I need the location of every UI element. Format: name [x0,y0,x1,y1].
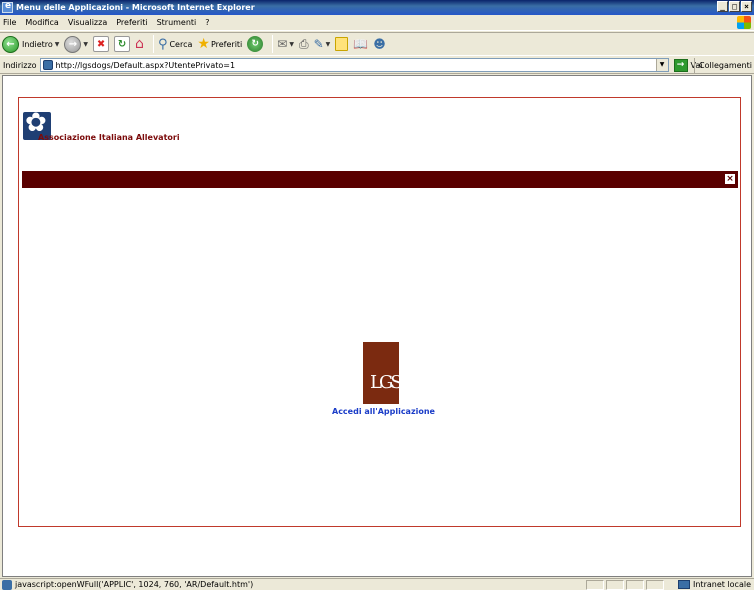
menu-preferiti[interactable]: Preferiti [116,18,147,27]
status-pane [626,580,644,590]
ie-icon [2,1,13,13]
status-pane [586,580,604,590]
page-icon [42,60,53,70]
lgs-logo-text: LGS [370,372,403,393]
address-bar: Indirizzo ▼ → Vai Collegamenti [0,57,754,74]
address-label: Indirizzo [3,60,37,70]
search-icon: ⚲ [157,36,168,52]
security-zone: Intranet locale [678,580,751,589]
go-arrow-icon: → [673,58,688,72]
intranet-icon [678,580,690,589]
home-button[interactable]: ⌂ [135,36,144,52]
mail-icon: ✉ [277,37,288,51]
menu-bar: File Modifica Visualizza Preferiti Strum… [0,15,754,31]
back-arrow-icon: ← [2,35,19,53]
page-frame: Associazione Italiana Allevatori × LGS A… [18,97,741,527]
forward-dropdown-icon[interactable]: ▼ [83,41,88,48]
status-text: javascript:openWFull('APPLIC', 1024, 760… [15,580,254,589]
mail-dropdown-icon[interactable]: ▼ [289,41,294,48]
toolbar: ← Indietro ▼ → ▼ ✖ ↻ ⌂ ⚲ Cerca ★ Preferi… [0,32,754,56]
research-icon: 📖 [353,37,369,51]
page-content: Associazione Italiana Allevatori × LGS A… [2,75,752,577]
history-button[interactable]: ↻ [247,36,264,52]
stop-icon: ✖ [93,36,110,52]
search-button[interactable]: ⚲ Cerca [158,37,192,52]
back-dropdown-icon[interactable]: ▼ [55,41,60,48]
status-bar: javascript:openWFull('APPLIC', 1024, 760… [0,578,754,590]
status-page-icon [2,579,12,590]
address-input[interactable] [55,60,656,70]
back-label: Indietro [22,39,53,49]
menu-strumenti[interactable]: Strumenti [157,18,197,27]
header-banner: × [22,171,738,188]
links-button[interactable]: Collegamenti [694,58,752,73]
edit-icon: ✎ [313,37,324,51]
close-button[interactable]: × [741,1,752,12]
messenger-icon: ☻ [373,37,386,51]
search-label: Cerca [169,39,193,49]
stop-button[interactable]: ✖ [93,36,110,52]
window-controls: _ □ × [717,1,752,12]
forward-arrow-icon: → [64,35,82,53]
refresh-icon: ↻ [114,36,131,52]
edit-dropdown-icon[interactable]: ▼ [326,41,331,48]
star-icon: ★ [197,36,210,52]
messenger-button[interactable]: ☻ [373,37,386,51]
access-app-link[interactable]: Accedi all'Applicazione [332,407,435,416]
print-button[interactable]: ⎙ [299,37,309,52]
menu-file[interactable]: File [3,18,16,27]
print-icon: ⎙ [298,36,309,51]
org-name: Associazione Italiana Allevatori [38,133,180,142]
home-icon: ⌂ [135,36,144,52]
toolbar-separator [152,35,154,53]
address-box[interactable]: ▼ [39,58,669,72]
note-icon [335,37,349,51]
favorites-label: Preferiti [210,39,243,49]
research-button[interactable]: 📖 [353,37,368,51]
history-icon: ↻ [247,36,264,52]
menu-help[interactable]: ? [205,18,209,27]
window-title: Menu delle Applicazioni - Microsoft Inte… [16,3,255,12]
windows-logo-icon [737,16,751,29]
favorites-button[interactable]: ★ Preferiti [197,36,242,52]
mail-button[interactable]: ✉ ▼ [277,37,294,51]
minimize-button[interactable]: _ [717,1,728,12]
discuss-button[interactable] [335,37,349,51]
title-bar: Menu delle Applicazioni - Microsoft Inte… [0,0,754,15]
status-panes [584,580,664,590]
restore-button[interactable]: □ [729,1,740,12]
menu-visualizza[interactable]: Visualizza [68,18,107,27]
back-button[interactable]: ← Indietro ▼ [2,35,60,53]
lgs-app-icon[interactable]: LGS [363,342,403,404]
forward-button[interactable]: → ▼ [64,35,88,53]
toolbar-separator [272,35,274,53]
zone-label: Intranet locale [693,580,751,589]
address-dropdown-icon[interactable]: ▼ [655,59,668,71]
menu-modifica[interactable]: Modifica [25,18,58,27]
edit-button[interactable]: ✎ ▼ [314,37,331,51]
status-pane [646,580,664,590]
refresh-button[interactable]: ↻ [114,36,131,52]
status-pane [606,580,624,590]
close-icon[interactable]: × [725,174,735,184]
